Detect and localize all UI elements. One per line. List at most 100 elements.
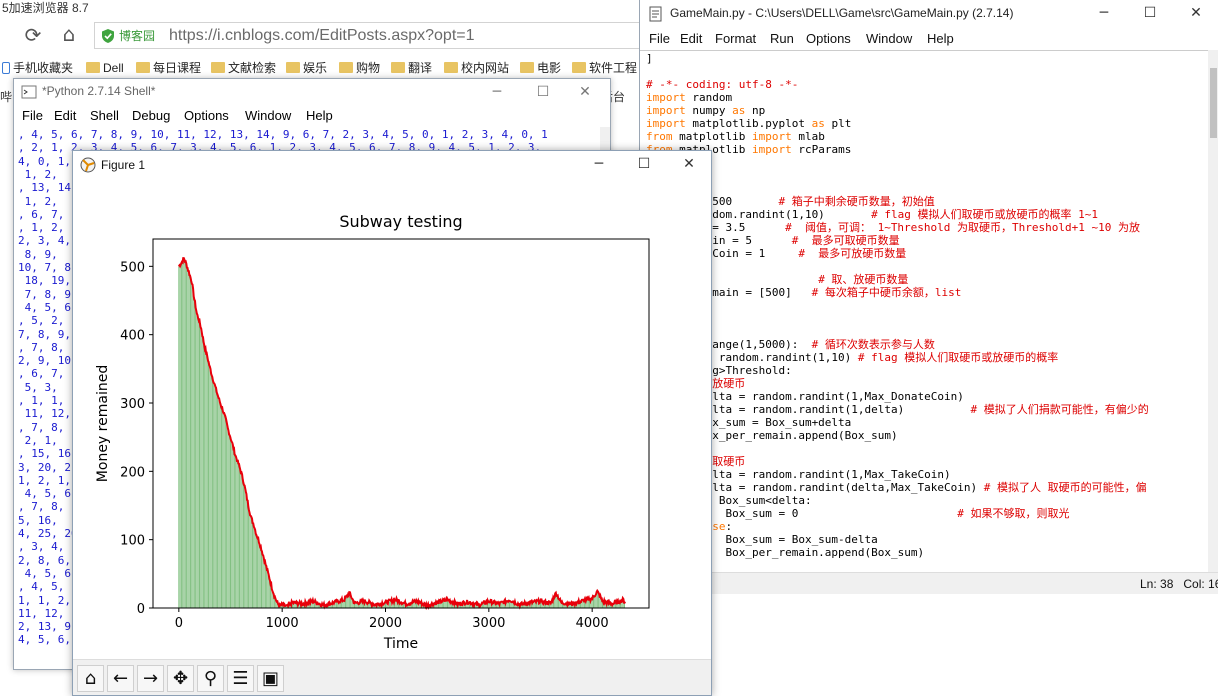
- forward-arrow-icon[interactable]: →: [137, 665, 164, 692]
- bookmark-label: 娱乐: [303, 61, 328, 75]
- code-token: import: [751, 130, 792, 143]
- menu-edit[interactable]: Edit: [680, 31, 702, 46]
- close-button[interactable]: ✕: [562, 79, 608, 107]
- menu-debug[interactable]: Debug: [132, 108, 170, 123]
- close-button[interactable]: ✕: [666, 151, 712, 179]
- chart-title: Subway testing: [339, 212, 462, 231]
- url-bar[interactable]: 博客园 https://i.cnblogs.com/EditPosts.aspx…: [94, 22, 640, 49]
- editor-titlebar[interactable]: GameMain.py - C:\Users\DELL\Game\src\Gam…: [640, 0, 1218, 28]
- chart-bar: [186, 264, 188, 608]
- chart-bar: [259, 545, 261, 608]
- menu-window[interactable]: Window: [866, 31, 912, 46]
- chart-bar: [202, 340, 204, 608]
- bookmark-campus[interactable]: 校内网站: [444, 60, 509, 76]
- code-line: delta = random.randint(1,delta) # 模拟了人们捐…: [646, 403, 1149, 416]
- chart-bar: [209, 367, 211, 608]
- chart-bar: [182, 260, 184, 608]
- editor-window: GameMain.py - C:\Users\DELL\Game\src\Gam…: [639, 0, 1218, 696]
- code-token: # 模拟了人们捐款可能性，有偏少的: [970, 403, 1149, 416]
- figure-titlebar[interactable]: Figure 1 ─ ☐ ✕: [73, 151, 711, 179]
- chart-bar: [224, 418, 226, 608]
- chart-bar: [210, 372, 212, 608]
- code-token: Box_sum<delta:: [712, 494, 812, 507]
- menu-options[interactable]: Options: [806, 31, 851, 46]
- shell-output-line: 4, 5, 6,: [18, 300, 78, 314]
- configure-subplots-icon[interactable]: ☰: [227, 665, 254, 692]
- home-icon[interactable]: ⌂: [77, 665, 104, 692]
- editor-scrollbar[interactable]: [1208, 50, 1218, 572]
- code-token: ]: [646, 52, 653, 65]
- menu-file[interactable]: File: [22, 108, 43, 123]
- chart-bar: [241, 476, 243, 608]
- bookmark-courses[interactable]: 每日课程: [136, 60, 201, 76]
- shell-output-line: 4, 5, 6,: [18, 487, 78, 501]
- shell-titlebar[interactable]: *Python 2.7.14 Shell* ─ ☐ ✕: [14, 79, 610, 105]
- bookmark-entertainment[interactable]: 娱乐: [286, 60, 327, 76]
- editor-status-bar: Ln: 38 Col: 16: [640, 572, 1218, 594]
- minimize-button[interactable]: ─: [576, 151, 622, 179]
- bookmark-literature[interactable]: 文献检索: [211, 60, 276, 76]
- menu-options[interactable]: Options: [184, 108, 229, 123]
- code-token: import: [646, 104, 686, 117]
- chart-bar: [249, 512, 251, 608]
- chart-bar: [246, 500, 248, 608]
- chart-bar: [196, 314, 198, 608]
- x-axis-label: Time: [383, 636, 418, 652]
- menu-format[interactable]: Format: [715, 31, 756, 46]
- chart-bar: [240, 471, 242, 608]
- scrollbar-thumb[interactable]: [1210, 68, 1217, 138]
- menu-file[interactable]: File: [649, 31, 670, 46]
- cursor-position: Ln: 38 Col: 16: [1140, 577, 1218, 591]
- back-arrow-icon[interactable]: ←: [107, 665, 134, 692]
- menu-help[interactable]: Help: [927, 31, 954, 46]
- editor-menu-bar: File Edit Format Run Options Window Help: [640, 28, 1218, 50]
- bookmark-translate[interactable]: 翻译: [391, 60, 432, 76]
- menu-help[interactable]: Help: [306, 108, 333, 123]
- maximize-button[interactable]: ☐: [621, 151, 667, 179]
- save-icon[interactable]: ▣: [257, 665, 284, 692]
- x-tick-label: 0: [175, 616, 183, 631]
- home-icon[interactable]: ⌂: [58, 23, 80, 45]
- minimize-button[interactable]: ─: [474, 79, 520, 107]
- figure-window: Figure 1 ─ ☐ ✕ 0 1000 2000 3000 4000 0 100 200 3…: [72, 150, 712, 696]
- chart-bar: [219, 403, 221, 608]
- menu-window[interactable]: Window: [245, 108, 291, 123]
- shell-output-line: 4, 5, 6,: [18, 633, 71, 647]
- code-line: import matplotlib.pyplot as plt: [646, 117, 851, 130]
- chart-bar: [206, 356, 208, 608]
- code-line: import random: [646, 91, 732, 104]
- maximize-button[interactable]: ☐: [520, 79, 566, 107]
- url-text[interactable]: https://i.cnblogs.com/EditPosts.aspx?opt…: [169, 25, 475, 47]
- x-tick-label: 3000: [472, 616, 505, 631]
- bookmark-mobile[interactable]: 手机收藏夹: [2, 60, 73, 76]
- bookmark-movies[interactable]: 电影: [520, 60, 561, 76]
- code-editor[interactable]: ] # -*- coding: utf-8 -*- import random imp…: [640, 50, 1218, 572]
- bookmark-shopping[interactable]: 购物: [339, 60, 380, 76]
- code-token: # 箱子中剩余硬币数量，初始值: [778, 195, 935, 208]
- shell-output-line: 8, 9,: [18, 247, 58, 261]
- chart-bar: [208, 362, 210, 608]
- maximize-button[interactable]: ☐: [1127, 0, 1173, 28]
- refresh-icon[interactable]: ⟳: [22, 24, 44, 46]
- code-token: # -*- coding: utf-8 -*-: [646, 78, 799, 91]
- shell-output-line: , 4, 5, 6, 7, 8, 9, 10, 11, 12, 13, 14, …: [18, 128, 548, 141]
- bookmark-dell[interactable]: Dell: [86, 60, 124, 76]
- chart-bar: [262, 554, 264, 608]
- code-token: rcParams: [791, 143, 852, 156]
- chart-bar: [255, 534, 257, 608]
- shell-output-line: 1, 2,: [18, 194, 58, 208]
- code-token: # 如果不够取，则取光: [957, 507, 1070, 520]
- zoom-icon[interactable]: ⚲: [197, 665, 224, 692]
- close-button[interactable]: ✕: [1173, 0, 1218, 28]
- menu-shell[interactable]: Shell: [90, 108, 119, 123]
- code-line: delta = random.randint(delta,Max_TakeCoi…: [646, 481, 1147, 494]
- figure-canvas[interactable]: 0 1000 2000 3000 4000 0 100 200 300 400 500 Subway …: [73, 179, 711, 659]
- bookmark-software-eng[interactable]: 软件工程: [572, 60, 637, 76]
- menu-edit[interactable]: Edit: [54, 108, 76, 123]
- minimize-button[interactable]: ─: [1081, 0, 1127, 28]
- menu-run[interactable]: Run: [770, 31, 794, 46]
- y-tick-label: 400: [120, 329, 145, 344]
- code-line: flag = random.randint(1,10) # flag 模拟人们取…: [646, 208, 1098, 221]
- shell-output-line: , 7, 8,: [18, 340, 65, 354]
- pan-icon[interactable]: ✥: [167, 665, 194, 692]
